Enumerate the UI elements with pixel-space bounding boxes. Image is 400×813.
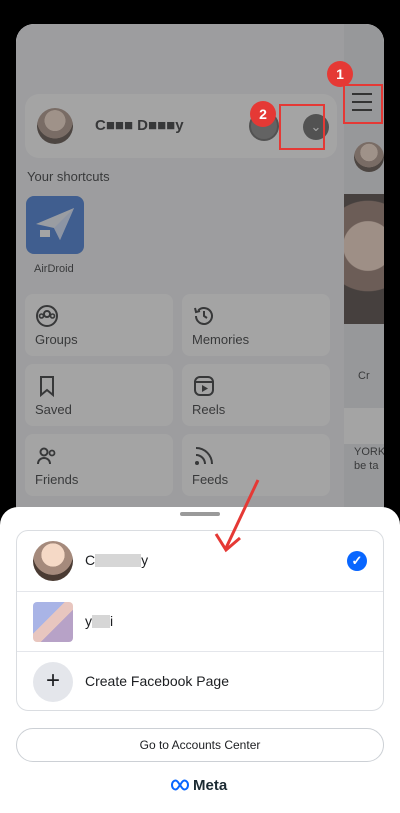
airdroid-label: AirDroid: [34, 263, 74, 275]
friends-label: Friends: [35, 472, 79, 487]
saved-label: Saved: [35, 402, 72, 417]
annotation-box-chevron: [279, 104, 325, 150]
memories-tile[interactable]: Memories: [182, 294, 330, 356]
accounts-list: Cy ✓ yi + Create Facebook Page: [16, 530, 384, 711]
account-row-page[interactable]: yi: [17, 591, 383, 651]
paper-plane-icon: [36, 208, 74, 240]
saved-tile[interactable]: Saved: [25, 364, 173, 426]
account-switcher-sheet: Cy ✓ yi + Create Facebook Page Go to Acc…: [0, 507, 400, 813]
redaction-block: [92, 615, 110, 628]
profile-avatar: [37, 108, 73, 144]
reels-label: Reels: [192, 402, 226, 417]
redaction-block: [95, 554, 142, 567]
feed-rss-icon: [195, 447, 213, 465]
accounts-center-button[interactable]: Go to Accounts Center: [16, 728, 384, 762]
plus-icon: +: [33, 662, 73, 702]
side-text-2: YORK: [354, 446, 384, 458]
reels-tile[interactable]: Reels: [182, 364, 330, 426]
post-preview: [344, 408, 384, 444]
page-name: yi: [85, 613, 114, 629]
meta-brand-text: Meta: [193, 776, 228, 794]
reels-icon: [194, 376, 214, 396]
annotation-badge-2: 2: [250, 101, 276, 127]
friends-tile[interactable]: Friends: [25, 434, 173, 496]
account-row-current[interactable]: Cy ✓: [17, 531, 383, 591]
account-name: Cy: [85, 552, 149, 568]
checkmark-icon: ✓: [347, 551, 367, 571]
screen: C■■■ D■■■y ⌄ Your shortcuts AirDroid Gro…: [0, 0, 400, 813]
groups-tile[interactable]: Groups: [25, 294, 173, 356]
memories-label: Memories: [192, 332, 250, 347]
hamburger-menu-icon[interactable]: [352, 93, 372, 117]
page-avatar: [33, 602, 73, 642]
account-avatar: [33, 541, 73, 581]
story-preview: [344, 194, 384, 324]
groups-icon: [36, 305, 58, 327]
side-text-3: be ta: [354, 460, 379, 472]
side-text-1: Cr: [358, 370, 370, 382]
create-page-row[interactable]: + Create Facebook Page: [17, 651, 383, 710]
side-avatar: [354, 142, 384, 172]
groups-label: Groups: [35, 332, 78, 347]
meta-infinity-icon: [170, 779, 190, 791]
profile-name: C■■■ D■■■y: [95, 117, 184, 134]
meta-logo: Meta: [170, 776, 227, 794]
airdroid-shortcut[interactable]: [26, 196, 84, 254]
shortcuts-title: Your shortcuts: [27, 169, 110, 184]
bookmark-icon: [40, 376, 54, 398]
annotation-arrow-icon: [214, 479, 260, 553]
create-page-label: Create Facebook Page: [85, 673, 229, 689]
annotation-badge-1: 1: [327, 61, 353, 87]
clock-history-icon: [194, 307, 213, 325]
friends-icon: [37, 447, 56, 465]
